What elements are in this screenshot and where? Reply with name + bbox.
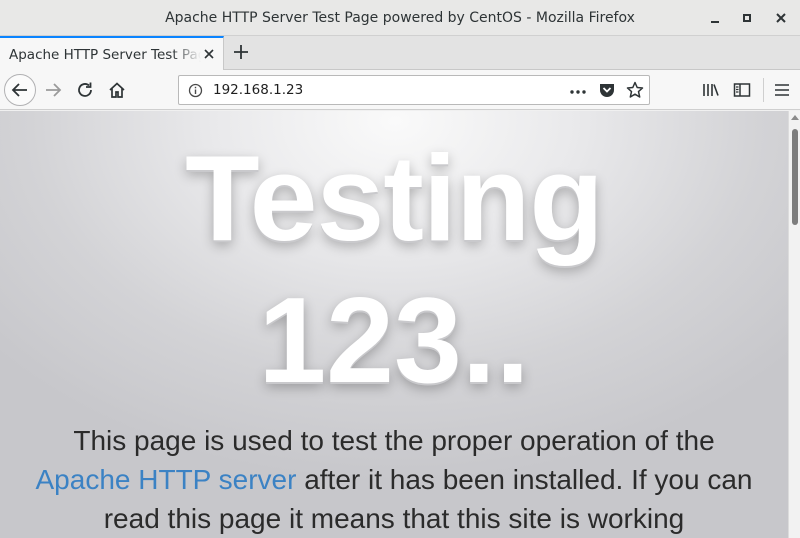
pocket-icon[interactable] <box>598 82 616 103</box>
intro-paragraph: This page is used to test the proper ope… <box>24 421 764 538</box>
url-text[interactable]: 192.168.1.23 <box>213 82 303 98</box>
home-icon <box>109 82 125 98</box>
window-title: Apache HTTP Server Test Page powered by … <box>165 9 635 26</box>
maximize-icon[interactable] <box>737 8 757 28</box>
tab-close-icon[interactable] <box>201 46 217 62</box>
scroll-up-arrow-icon[interactable] <box>791 115 799 120</box>
url-bar[interactable]: 192.168.1.23 <box>178 75 650 105</box>
reload-button[interactable] <box>74 79 96 101</box>
sidebar-icon <box>733 83 751 97</box>
reload-icon <box>78 82 92 97</box>
vertical-scrollbar[interactable] <box>788 111 800 538</box>
menu-button[interactable] <box>771 79 793 101</box>
library-button[interactable] <box>700 79 722 101</box>
plus-icon <box>234 45 248 59</box>
page-content: Testing 123.. This page is used to test … <box>0 111 788 538</box>
library-icon <box>703 84 719 96</box>
info-icon[interactable] <box>188 83 203 102</box>
new-tab-button[interactable] <box>230 41 252 63</box>
scrollbar-thumb[interactable] <box>792 129 798 225</box>
tab-strip: Apache HTTP Server Test Page powered by … <box>0 36 800 71</box>
headline-123: 123.. <box>258 272 530 408</box>
forward-button[interactable] <box>42 79 64 101</box>
tab-apache-test-page[interactable]: Apache HTTP Server Test Page powered by … <box>0 36 224 71</box>
toolbar-divider <box>763 78 764 102</box>
home-button[interactable] <box>106 79 128 101</box>
forward-arrow-icon <box>46 83 62 97</box>
back-button[interactable] <box>4 74 36 106</box>
window-titlebar[interactable]: Apache HTTP Server Test Page powered by … <box>0 0 800 36</box>
close-icon[interactable] <box>771 8 791 28</box>
hamburger-menu-icon <box>775 84 789 96</box>
intro-text-start: This page is used to test the proper ope… <box>73 425 715 456</box>
navigation-toolbar: 192.168.1.23 <box>0 70 800 110</box>
back-arrow-icon <box>11 83 27 97</box>
more-dots-icon[interactable] <box>569 84 587 103</box>
sidebar-button[interactable] <box>731 79 753 101</box>
star-icon[interactable] <box>626 81 644 103</box>
headline-testing: Testing <box>185 130 604 266</box>
apache-link[interactable]: Apache HTTP server <box>36 464 297 495</box>
tab-label: Apache HTTP Server Test Page powered by … <box>9 46 201 63</box>
minimize-icon[interactable] <box>705 8 725 28</box>
